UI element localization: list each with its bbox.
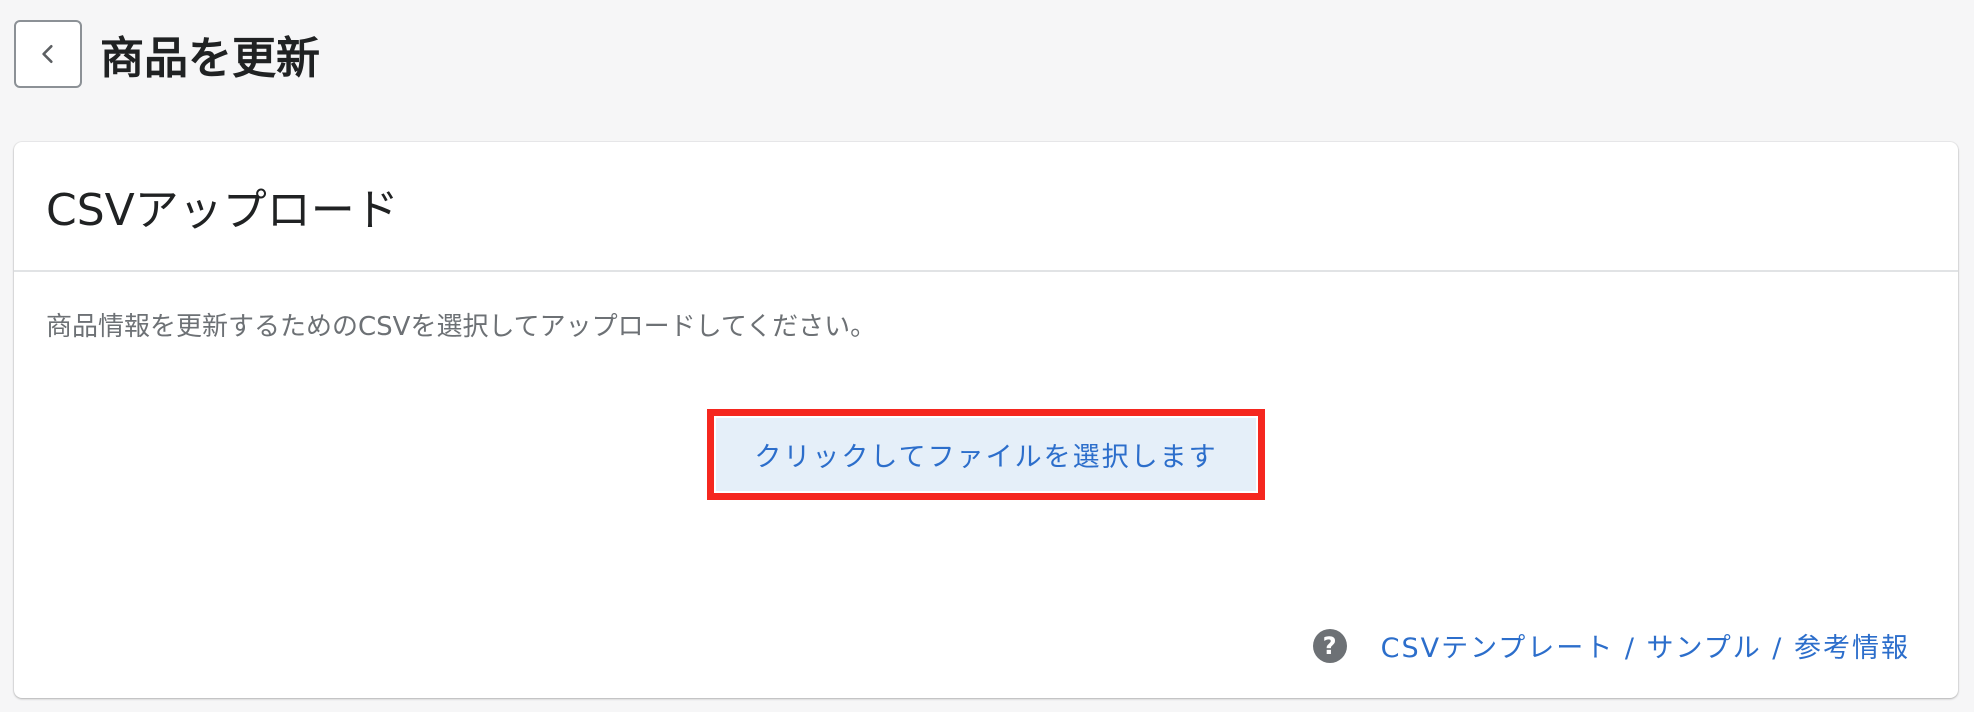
card-divider	[14, 270, 1958, 272]
select-file-button[interactable]: クリックしてファイルを選択します	[716, 418, 1256, 491]
page-title: 商品を更新	[100, 33, 320, 84]
card-title: CSVアップロード	[46, 185, 399, 236]
csv-template-link[interactable]: CSVテンプレート / サンプル / 参考情報	[1381, 626, 1910, 665]
question-circle-icon: ?	[1312, 628, 1347, 663]
help-row: ? CSVテンプレート / サンプル / 参考情報	[1312, 626, 1910, 665]
card-description: 商品情報を更新するためのCSVを選択してアップロードしてください。	[46, 312, 877, 342]
chevron-left-icon	[42, 44, 53, 64]
page-header: 商品を更新	[14, 18, 320, 90]
csv-upload-card: CSVアップロード 商品情報を更新するためのCSVを選択してアップロードしてくだ…	[14, 142, 1958, 698]
back-button[interactable]	[14, 20, 82, 88]
